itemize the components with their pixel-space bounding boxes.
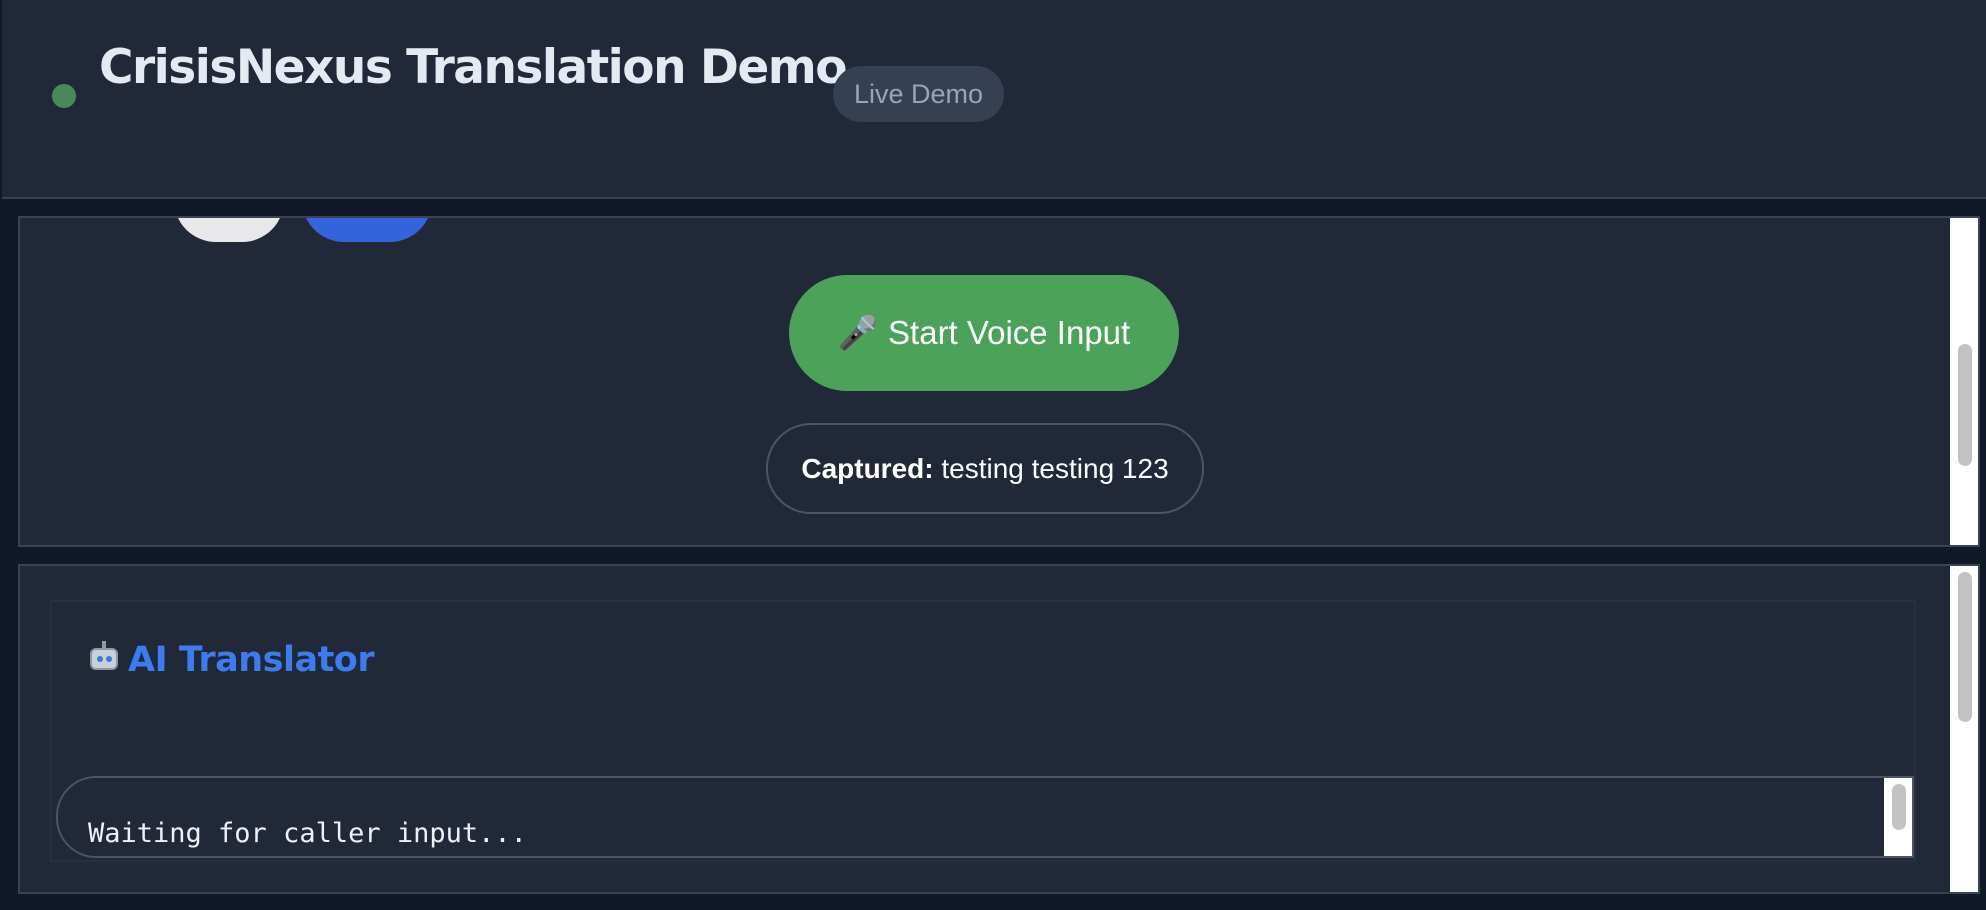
primary-pill-button[interactable]	[302, 218, 432, 242]
app-header: CrisisNexus Translation Demo Live Demo	[2, 0, 1986, 199]
translator-heading-label: AI Translator	[128, 640, 375, 680]
output-scrollbar[interactable]	[1884, 778, 1912, 856]
panel-scrollbar-thumb[interactable]	[1958, 344, 1972, 466]
secondary-pill-button[interactable]	[174, 218, 284, 242]
output-scrollbar-thumb[interactable]	[1892, 784, 1906, 830]
status-dot-icon	[52, 84, 76, 108]
robot-icon	[88, 641, 120, 673]
translator-panel-scrollbar[interactable]	[1950, 566, 1978, 892]
start-voice-input-button[interactable]: 🎤 Start Voice Input	[789, 275, 1179, 391]
translator-heading: AI Translator	[88, 640, 375, 680]
translator-panel: AI Translator Waiting for caller input..…	[18, 564, 1980, 894]
voice-input-panel: 🎤 Start Voice Input Captured: testing te…	[18, 216, 1980, 547]
translation-output-text: Waiting for caller input...	[88, 818, 527, 849]
panel-scrollbar[interactable]	[1950, 218, 1978, 545]
captured-text-display: Captured: testing testing 123	[766, 423, 1204, 514]
page-title: CrisisNexus Translation Demo	[99, 40, 848, 95]
captured-label: Captured:	[801, 453, 934, 484]
translation-output[interactable]: Waiting for caller input...	[56, 776, 1914, 858]
captured-value: testing testing 123	[933, 453, 1169, 484]
live-demo-badge: Live Demo	[833, 66, 1004, 122]
translator-card: AI Translator Waiting for caller input..…	[50, 600, 1916, 862]
translator-panel-scrollbar-thumb[interactable]	[1958, 572, 1972, 722]
